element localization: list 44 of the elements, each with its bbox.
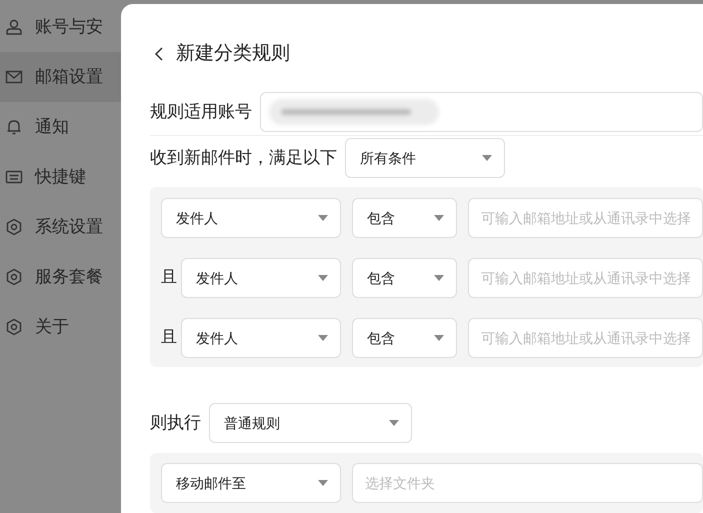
- sidebar-item[interactable]: 快捷键: [0, 152, 121, 202]
- input-field[interactable]: 可输入邮箱地址或从通讯录中选择: [468, 258, 703, 298]
- caret-icon: [434, 215, 444, 221]
- dropdown[interactable]: 包含: [352, 318, 457, 358]
- caret-icon: [434, 335, 444, 341]
- caret-icon: [389, 420, 399, 426]
- sidebar-item[interactable]: 通知: [0, 102, 121, 152]
- connector-label: 且: [161, 328, 177, 348]
- caret-icon: [318, 480, 328, 486]
- caret-icon: [434, 275, 444, 281]
- dialog-title: 新建分类规则: [176, 42, 290, 66]
- user-icon: [5, 18, 23, 36]
- account-field[interactable]: [260, 92, 703, 132]
- sidebar-item[interactable]: 系统设置: [0, 202, 121, 252]
- dropdown[interactable]: 发件人: [181, 318, 341, 358]
- input-field[interactable]: 选择文件夹: [352, 463, 703, 503]
- connector-label: 且: [161, 268, 177, 288]
- keyboard-icon: [5, 168, 23, 186]
- back-icon: [154, 46, 164, 62]
- dropdown[interactable]: 包含: [352, 198, 457, 238]
- dropdown[interactable]: 移动邮件至: [161, 463, 341, 503]
- dropdown[interactable]: 发件人: [161, 198, 341, 238]
- dropdown[interactable]: 所有条件: [345, 138, 505, 178]
- caret-icon: [318, 215, 328, 221]
- hexagon-icon: [5, 268, 23, 286]
- sidebar-item[interactable]: 账号与安: [0, 2, 121, 52]
- input-field[interactable]: 可输入邮箱地址或从通讯录中选择: [468, 198, 703, 238]
- dropdown[interactable]: 发件人: [181, 258, 341, 298]
- sidebar-item[interactable]: 关于: [0, 302, 121, 352]
- dropdown[interactable]: 包含: [352, 258, 457, 298]
- sidebar-item[interactable]: 服务套餐: [0, 252, 121, 302]
- mail-icon: [5, 68, 23, 86]
- field-label: 规则适用账号: [150, 101, 252, 124]
- input-field[interactable]: 可输入邮箱地址或从通讯录中选择: [468, 318, 703, 358]
- bell-icon: [5, 118, 23, 136]
- caret-icon: [318, 275, 328, 281]
- field-label: 则执行: [150, 412, 201, 434]
- dropdown[interactable]: 普通规则: [209, 403, 412, 443]
- sidebar-item[interactable]: 邮箱设置: [0, 52, 121, 102]
- hexagon-icon: [5, 318, 23, 336]
- field-label: 收到新邮件时，满足以下: [150, 147, 337, 170]
- hexagon-icon: [5, 218, 23, 236]
- caret-icon: [482, 155, 492, 161]
- caret-icon: [318, 335, 328, 341]
